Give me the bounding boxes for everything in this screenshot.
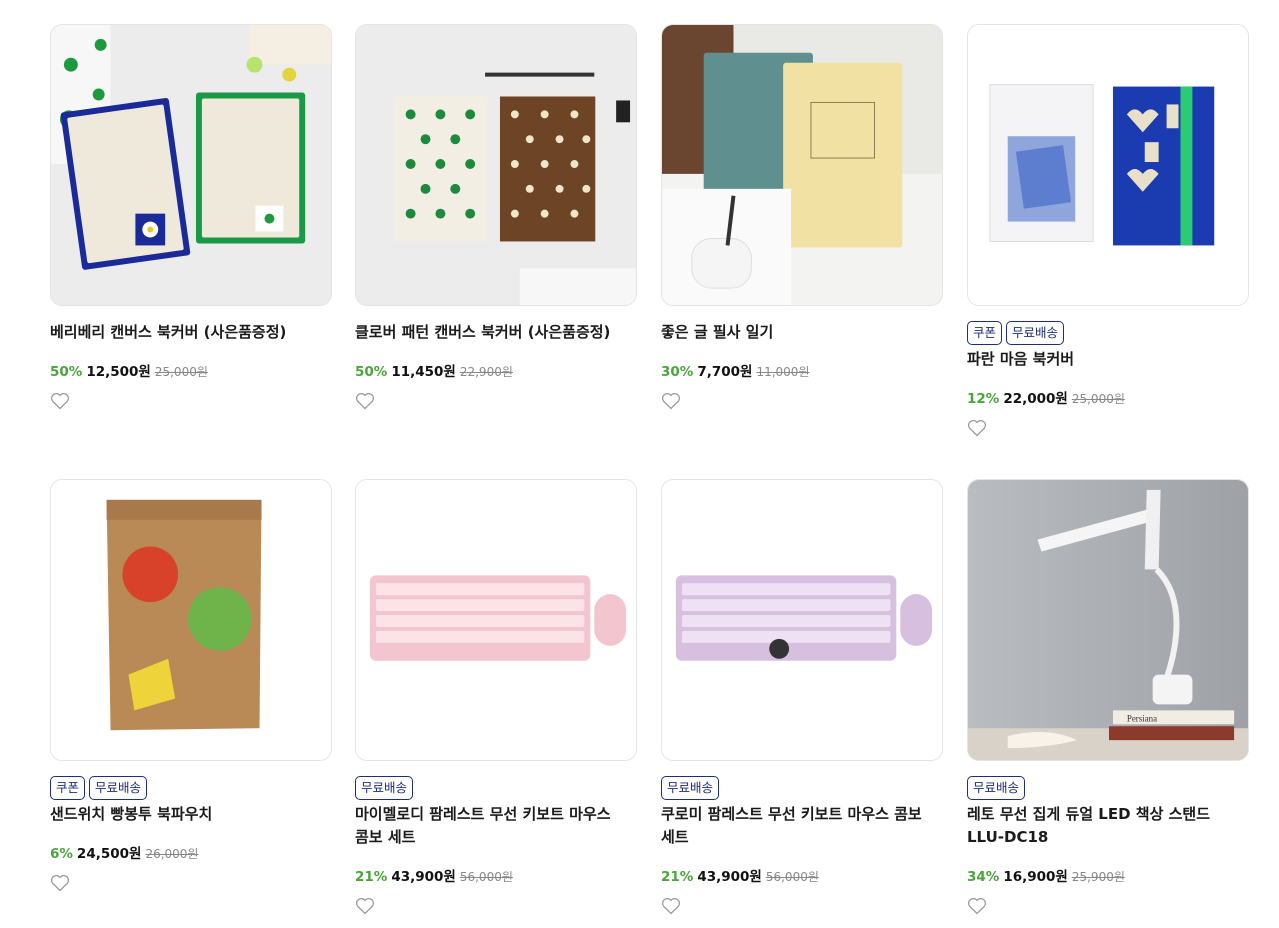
badge-group: 무료배송 bbox=[355, 776, 637, 800]
sale-price: 11,450원 bbox=[391, 364, 456, 380]
product-title[interactable]: 마이멜로디 팜레스트 무선 키보트 마우스 콤보 세트 bbox=[355, 803, 637, 849]
sale-price: 16,900원 bbox=[1003, 869, 1068, 885]
free-shipping-badge: 무료배송 bbox=[661, 776, 720, 800]
free-shipping-badge: 무료배송 bbox=[1006, 321, 1065, 345]
heart-outline-icon[interactable] bbox=[967, 897, 987, 915]
price-row: 30% 7,700원 11,000원 bbox=[661, 360, 943, 380]
sale-price: 43,900원 bbox=[391, 869, 456, 885]
badge-group: 쿠폰 무료배송 bbox=[50, 776, 332, 800]
product-card[interactable]: 쿠폰 무료배송 샌드위치 빵봉투 북파우치 6% 24,500원 26,000원 bbox=[50, 479, 332, 892]
product-image[interactable] bbox=[50, 479, 332, 761]
product-card[interactable]: 쿠폰 무료배송 파란 마음 북커버 12% 22,000원 25,000원 bbox=[967, 24, 1249, 437]
price-row: 21% 43,900원 56,000원 bbox=[355, 865, 637, 885]
original-price: 22,900원 bbox=[459, 365, 513, 379]
discount-rate: 21% bbox=[355, 869, 388, 885]
heart-outline-icon[interactable] bbox=[355, 392, 375, 410]
original-price: 11,000원 bbox=[756, 365, 810, 379]
sale-price: 43,900원 bbox=[697, 869, 762, 885]
sale-price: 24,500원 bbox=[76, 846, 142, 862]
discount-rate: 30% bbox=[661, 364, 694, 380]
product-title[interactable]: 쿠로미 팜레스트 무선 키보트 마우스 콤보 세트 bbox=[661, 803, 943, 849]
discount-rate: 50% bbox=[355, 364, 388, 380]
badge-group: 쿠폰 무료배송 bbox=[967, 321, 1249, 345]
original-price: 56,000원 bbox=[765, 870, 819, 884]
discount-rate: 12% bbox=[967, 391, 1000, 407]
sale-price: 7,700원 bbox=[697, 364, 753, 380]
product-card[interactable]: 무료배송 쿠로미 팜레스트 무선 키보트 마우스 콤보 세트 21% 43,90… bbox=[661, 479, 943, 915]
product-title[interactable]: 좋은 글 필사 일기 bbox=[661, 321, 943, 344]
product-image[interactable] bbox=[661, 479, 943, 761]
sale-price: 12,500원 bbox=[86, 364, 151, 380]
original-price: 56,000원 bbox=[459, 870, 513, 884]
heart-outline-icon[interactable] bbox=[661, 392, 681, 410]
discount-rate: 34% bbox=[967, 869, 1000, 885]
price-row: 21% 43,900원 56,000원 bbox=[661, 865, 943, 885]
product-image[interactable] bbox=[661, 24, 943, 306]
heart-outline-icon[interactable] bbox=[967, 419, 987, 437]
product-card[interactable]: 무료배송 마이멜로디 팜레스트 무선 키보트 마우스 콤보 세트 21% 43,… bbox=[355, 479, 637, 915]
discount-rate: 6% bbox=[50, 846, 73, 862]
product-title[interactable]: 클로버 패턴 캔버스 북커버 (사은품증정) bbox=[355, 321, 637, 344]
heart-outline-icon[interactable] bbox=[50, 874, 70, 892]
discount-rate: 21% bbox=[661, 869, 694, 885]
book-spine-label: Persiana bbox=[1127, 713, 1157, 723]
price-row: 12% 22,000원 25,000원 bbox=[967, 387, 1249, 407]
badge-group: 무료배송 bbox=[661, 776, 943, 800]
product-card[interactable]: 좋은 글 필사 일기 30% 7,700원 11,000원 bbox=[661, 24, 943, 410]
product-image[interactable]: Persiana bbox=[967, 479, 1249, 761]
free-shipping-badge: 무료배송 bbox=[89, 776, 148, 800]
free-shipping-badge: 무료배송 bbox=[355, 776, 414, 800]
product-image[interactable] bbox=[355, 24, 637, 306]
product-image[interactable] bbox=[967, 24, 1249, 306]
price-row: 34% 16,900원 25,900원 bbox=[967, 865, 1249, 885]
product-title[interactable]: 레토 무선 집게 듀얼 LED 책상 스탠드 LLU-DC18 bbox=[967, 803, 1249, 849]
product-title[interactable]: 파란 마음 북커버 bbox=[967, 348, 1249, 371]
product-image[interactable] bbox=[355, 479, 637, 761]
price-row: 50% 12,500원 25,000원 bbox=[50, 360, 332, 380]
product-card[interactable]: 클로버 패턴 캔버스 북커버 (사은품증정) 50% 11,450원 22,90… bbox=[355, 24, 637, 410]
heart-outline-icon[interactable] bbox=[355, 897, 375, 915]
product-title[interactable]: 베리베리 캔버스 북커버 (사은품증정) bbox=[50, 321, 332, 344]
product-image[interactable] bbox=[50, 24, 332, 306]
sale-price: 22,000원 bbox=[1003, 391, 1068, 407]
product-card[interactable]: Persiana 무료배송 레토 무선 집게 듀얼 LED 책상 스탠드 LLU… bbox=[967, 479, 1249, 915]
coupon-badge: 쿠폰 bbox=[50, 776, 86, 800]
heart-outline-icon[interactable] bbox=[50, 392, 70, 410]
coupon-badge: 쿠폰 bbox=[967, 321, 1003, 345]
original-price: 25,000원 bbox=[1071, 392, 1125, 406]
badge-group: 무료배송 bbox=[967, 776, 1249, 800]
product-card[interactable]: 베리베리 캔버스 북커버 (사은품증정) 50% 12,500원 25,000원 bbox=[50, 24, 332, 410]
discount-rate: 50% bbox=[50, 364, 83, 380]
heart-outline-icon[interactable] bbox=[661, 897, 681, 915]
free-shipping-badge: 무료배송 bbox=[967, 776, 1026, 800]
original-price: 26,000원 bbox=[145, 847, 199, 861]
original-price: 25,000원 bbox=[154, 365, 208, 379]
product-title[interactable]: 샌드위치 빵봉투 북파우치 bbox=[50, 803, 332, 826]
price-row: 50% 11,450원 22,900원 bbox=[355, 360, 637, 380]
price-row: 6% 24,500원 26,000원 bbox=[50, 842, 332, 862]
original-price: 25,900원 bbox=[1071, 870, 1125, 884]
